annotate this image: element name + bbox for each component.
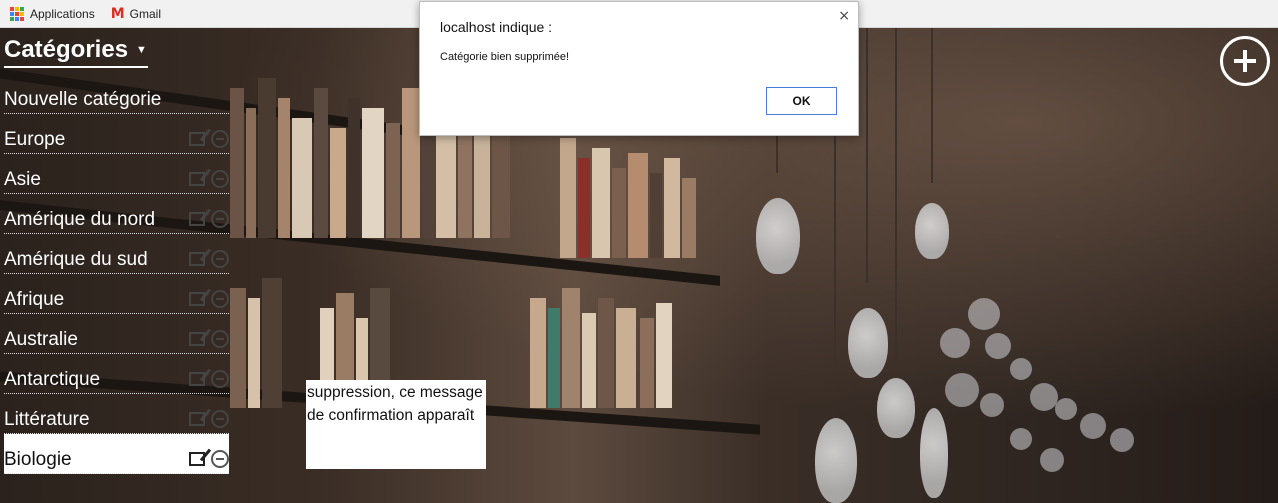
category-label: Littérature <box>4 409 90 430</box>
edit-icon[interactable] <box>189 252 205 266</box>
add-category-button[interactable] <box>1220 36 1270 86</box>
category-label: Amérique du nord <box>4 209 156 230</box>
category-label: Afrique <box>4 289 65 310</box>
category-menu: Catégories ▼ Nouvelle catégorie Europe A… <box>4 36 229 474</box>
dialog-message: Catégorie bien supprimée! <box>440 51 570 63</box>
minus-circle-icon[interactable] <box>211 370 229 388</box>
gmail-icon: M <box>110 5 125 22</box>
edit-icon[interactable] <box>189 132 205 146</box>
edit-icon[interactable] <box>189 412 205 426</box>
category-label: Antarctique <box>4 369 101 390</box>
category-label: Australie <box>4 329 78 350</box>
categories-dropdown[interactable]: Catégories ▼ <box>4 36 148 68</box>
new-category-label: Nouvelle catégorie <box>4 89 162 110</box>
bookmark-applications-label: Applications <box>30 6 95 21</box>
apps-grid-icon <box>10 6 24 21</box>
category-item[interactable]: Antarctique <box>4 354 229 394</box>
edit-icon[interactable] <box>189 212 205 226</box>
category-label: Biologie <box>4 449 72 470</box>
category-label: Europe <box>4 129 66 150</box>
category-item[interactable]: Amérique du nord <box>4 194 229 234</box>
new-category-link[interactable]: Nouvelle catégorie <box>4 82 229 114</box>
bookmark-gmail[interactable]: M Gmail <box>111 6 161 22</box>
minus-circle-icon[interactable] <box>211 330 229 348</box>
categories-title: Catégories <box>4 36 129 63</box>
category-label: Amérique du sud <box>4 249 148 270</box>
alert-dialog: localhost indique : × Catégorie bien sup… <box>419 1 859 136</box>
bookmark-gmail-label: Gmail <box>129 6 161 21</box>
edit-icon[interactable] <box>189 292 205 306</box>
minus-circle-icon[interactable] <box>211 250 229 268</box>
edit-icon[interactable] <box>189 452 205 466</box>
annotation-note: suppression, ce message de confirmation … <box>306 380 486 469</box>
minus-circle-icon[interactable] <box>211 210 229 228</box>
minus-circle-icon[interactable] <box>211 290 229 308</box>
caret-down-icon: ▼ <box>136 44 147 56</box>
edit-icon[interactable] <box>189 172 205 186</box>
close-icon[interactable]: × <box>838 8 850 24</box>
category-item[interactable]: Littérature <box>4 394 229 434</box>
minus-circle-icon[interactable] <box>211 450 229 468</box>
category-item[interactable]: Australie <box>4 314 229 354</box>
category-item[interactable]: Afrique <box>4 274 229 314</box>
dialog-title: localhost indique : <box>440 19 553 35</box>
category-item[interactable]: Amérique du sud <box>4 234 229 274</box>
category-item[interactable]: Europe <box>4 114 229 154</box>
minus-circle-icon[interactable] <box>211 410 229 428</box>
edit-icon[interactable] <box>189 332 205 346</box>
minus-circle-icon[interactable] <box>211 170 229 188</box>
minus-circle-icon[interactable] <box>211 130 229 148</box>
edit-icon[interactable] <box>189 372 205 386</box>
bookmark-applications[interactable]: Applications <box>10 6 95 21</box>
category-label: Asie <box>4 169 41 190</box>
ok-button[interactable]: OK <box>766 87 837 115</box>
category-item[interactable]: Asie <box>4 154 229 194</box>
category-item-active[interactable]: Biologie <box>4 434 229 474</box>
